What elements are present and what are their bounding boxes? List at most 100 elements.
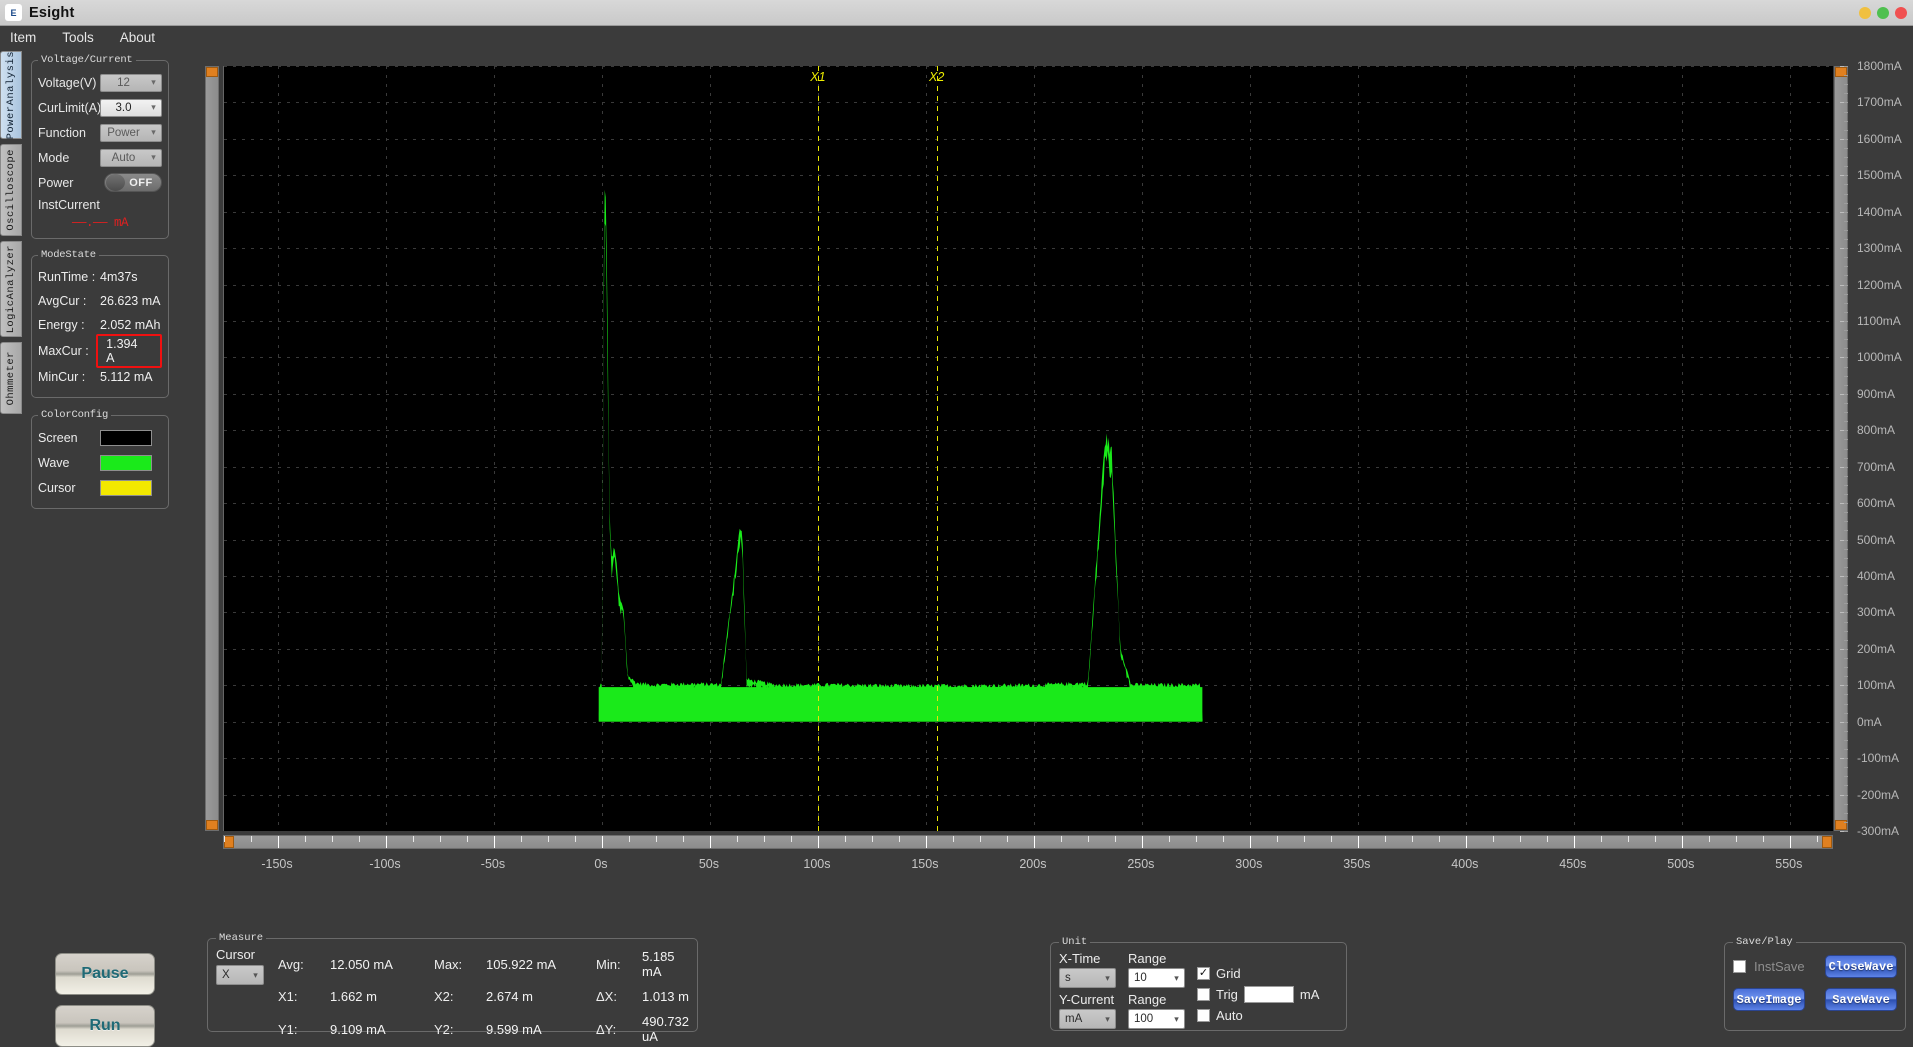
cursor-color-swatch[interactable]	[100, 480, 152, 496]
x1-value: 1.662 m	[330, 989, 434, 1004]
y-axis-minor-tick	[1844, 102, 1848, 103]
y-axis-minor-tick	[1844, 148, 1848, 149]
scroll-thumb-right[interactable]	[1822, 836, 1832, 848]
y-axis-minor-tick	[1844, 194, 1848, 195]
y2-value: 9.599 mA	[486, 1022, 596, 1037]
x-axis-minor-tick	[872, 836, 873, 842]
current-limit-select[interactable]: 3.0 ▾	[100, 99, 162, 117]
x-range-select[interactable]: 10 ▾	[1128, 968, 1185, 988]
y-current-select[interactable]: mA ▾	[1059, 1009, 1116, 1029]
wave-color-label: Wave	[38, 456, 100, 470]
x2-key: X2:	[434, 989, 486, 1004]
menu-item-about[interactable]: About	[120, 30, 155, 45]
scroll-thumb-bottom[interactable]	[206, 820, 218, 830]
x-time-select[interactable]: s ▾	[1059, 968, 1116, 988]
y-axis-minor-tick	[1844, 84, 1848, 85]
auto-checkbox[interactable]	[1197, 1009, 1210, 1022]
maximize-icon[interactable]	[1877, 7, 1889, 19]
tab-label: Ohmmeter	[5, 351, 17, 405]
chart-horizontal-scrollbar[interactable]	[223, 835, 1833, 849]
maxcur-value: 1.394 A	[96, 334, 162, 368]
waveform-trace	[224, 66, 1833, 831]
cursor-value: X	[217, 969, 248, 981]
y-axis-minor-tick	[1844, 157, 1848, 158]
x-axis-major-tick	[278, 836, 279, 848]
scroll-thumb-top[interactable]	[206, 67, 218, 77]
waveform-baseline-fill	[599, 687, 1203, 722]
y-axis-minor-tick	[1844, 312, 1848, 313]
chart-area: X1X2 1800mA1700mA1600mA1500mA1400mA1300m…	[205, 66, 1908, 871]
chart-plot[interactable]: X1X2	[223, 66, 1833, 831]
chevron-down-icon: ▾	[248, 970, 263, 981]
x-axis-minor-tick	[1007, 836, 1008, 842]
mode-select[interactable]: Auto ▾	[100, 149, 162, 167]
close-wave-button[interactable]: CloseWave	[1825, 955, 1897, 978]
voltage-current-group: Voltage/Current Voltage(V) 12 ▾ CurLimit…	[31, 54, 169, 239]
tab-label: Oscilloscope	[5, 149, 17, 231]
menu-bar: Item Tools About	[0, 26, 1913, 48]
unit-legend: Unit	[1059, 936, 1090, 948]
pause-button[interactable]: Pause	[55, 953, 155, 995]
y-axis-minor-tick	[1844, 412, 1848, 413]
y-axis-minor-tick	[1844, 357, 1848, 358]
wave-color-swatch[interactable]	[100, 455, 152, 471]
y-axis-minor-tick	[1844, 248, 1848, 249]
y-axis-tick-label: 600mA	[1848, 496, 1908, 510]
run-button[interactable]: Run	[55, 1005, 155, 1047]
voltage-label: Voltage(V)	[38, 76, 100, 90]
save-play-group: Save/Play InstSave CloseWave SaveImage S…	[1724, 936, 1906, 1031]
x-axis-minor-tick	[1223, 836, 1224, 842]
trig-input[interactable]	[1244, 986, 1294, 1003]
x-axis-tick-label: 400s	[1451, 857, 1478, 871]
cursor-line-x2[interactable]	[937, 66, 938, 831]
save-wave-button[interactable]: SaveWave	[1825, 988, 1897, 1011]
x-axis-minor-tick	[899, 836, 900, 842]
x-axis-major-tick	[818, 836, 819, 848]
chevron-down-icon: ▾	[1169, 973, 1184, 984]
x1-key: X1:	[278, 989, 330, 1004]
y-axis-minor-tick	[1844, 831, 1848, 832]
voltage-row: Voltage(V) 12 ▾	[38, 70, 162, 95]
save-image-button[interactable]: SaveImage	[1733, 988, 1805, 1011]
y-axis-minor-tick	[1844, 521, 1848, 522]
x-axis-minor-tick	[1520, 836, 1521, 842]
function-select[interactable]: Power ▾	[100, 124, 162, 142]
window-controls	[1859, 7, 1907, 19]
grid-checkbox-row[interactable]: ✓ Grid	[1197, 963, 1319, 984]
tab-oscilloscope[interactable]: Oscilloscope	[0, 144, 22, 236]
y-axis-minor-tick	[1844, 485, 1848, 486]
tab-logic-analyzer[interactable]: LogicAnalyzer	[0, 241, 22, 337]
avgcur-row: AvgCur : 26.623 mA	[38, 289, 162, 313]
y-axis-minor-tick	[1844, 740, 1848, 741]
close-icon[interactable]	[1895, 7, 1907, 19]
minimize-icon[interactable]	[1859, 7, 1871, 19]
inst-save-checkbox[interactable]	[1733, 960, 1746, 973]
tab-power-analysis[interactable]: PowerAnalysis	[0, 51, 22, 139]
menu-item-tools[interactable]: Tools	[62, 30, 94, 45]
voltage-select[interactable]: 12 ▾	[100, 74, 162, 92]
auto-checkbox-row[interactable]: Auto	[1197, 1005, 1319, 1026]
function-value: Power	[101, 127, 146, 139]
x-axis-major-tick	[1574, 836, 1575, 848]
menu-item-item[interactable]: Item	[10, 30, 36, 45]
scroll-thumb-left[interactable]	[224, 836, 234, 848]
x-axis-minor-tick	[1655, 836, 1656, 842]
cursor-line-x1[interactable]	[818, 66, 819, 831]
y-axis-tick-label: 1300mA	[1848, 241, 1908, 255]
avg-value: 12.050 mA	[330, 957, 434, 972]
y-axis-tick-label: 1400mA	[1848, 205, 1908, 219]
trig-checkbox[interactable]	[1197, 988, 1210, 1001]
grid-checkbox[interactable]: ✓	[1197, 967, 1210, 980]
avgcur-value: 26.623 mA	[100, 294, 160, 308]
waveform-fill	[599, 190, 1203, 722]
cursor-select[interactable]: X ▾	[216, 965, 264, 985]
y-range-select[interactable]: 100 ▾	[1128, 1009, 1185, 1029]
tab-ohmmeter[interactable]: Ohmmeter	[0, 342, 22, 414]
trig-checkbox-row[interactable]: Trig mA	[1197, 984, 1319, 1005]
title-bar: E Esight	[0, 0, 1913, 26]
chart-vertical-scrollbar-left[interactable]	[205, 66, 219, 831]
screen-color-swatch[interactable]	[100, 430, 152, 446]
power-toggle[interactable]: OFF	[104, 173, 162, 192]
y1-value: 9.109 mA	[330, 1022, 434, 1037]
y-axis-minor-tick	[1844, 458, 1848, 459]
